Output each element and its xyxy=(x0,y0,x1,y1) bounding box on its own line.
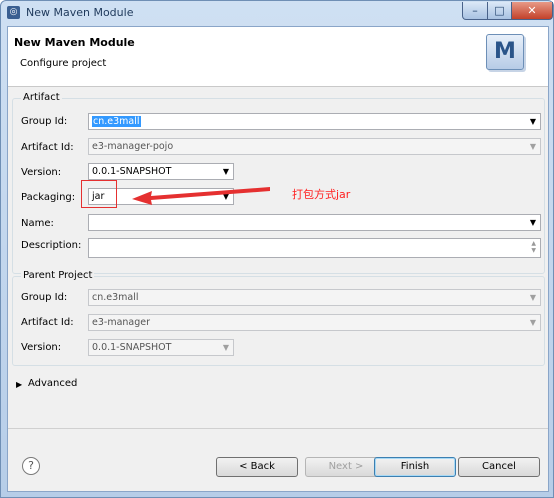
chevron-down-icon: ▼ xyxy=(529,142,536,151)
packaging-label: Packaging: xyxy=(21,192,76,203)
parent-project-group: Parent Project Group Id: cn.e3mall ▼ Art… xyxy=(12,270,545,366)
artifact-id-value: e3-manager-pojo xyxy=(92,141,174,152)
finish-button[interactable]: Finish xyxy=(374,457,456,477)
description-label: Description: xyxy=(21,240,82,251)
chevron-down-icon: ▼ xyxy=(529,318,536,327)
version-combo[interactable]: 0.0.1-SNAPSHOT ▼ xyxy=(88,163,234,180)
chevron-down-icon: ▼ xyxy=(529,293,536,302)
advanced-label[interactable]: Advanced xyxy=(28,378,77,389)
parent-artifact-id-label: Artifact Id: xyxy=(21,317,74,328)
chevron-down-icon: ▼ xyxy=(222,343,229,352)
eclipse-app-icon: ◎ xyxy=(7,6,20,19)
help-icon[interactable]: ? xyxy=(22,457,40,475)
artifact-group-title: Artifact xyxy=(21,92,62,103)
window-title: New Maven Module xyxy=(26,6,134,19)
version-label: Version: xyxy=(21,167,62,178)
maximize-button[interactable]: □ xyxy=(487,2,512,20)
parent-group-title: Parent Project xyxy=(21,270,95,281)
parent-artifact-id-combo: e3-manager ▼ xyxy=(88,314,541,331)
version-value: 0.0.1-SNAPSHOT xyxy=(92,166,172,177)
parent-group-id-label: Group Id: xyxy=(21,292,68,303)
artifact-id-combo: e3-manager-pojo ▼ xyxy=(88,138,541,155)
back-button[interactable]: < Back xyxy=(216,457,298,477)
chevron-down-icon[interactable]: ▼ xyxy=(223,189,229,204)
close-button[interactable]: ✕ xyxy=(511,2,553,20)
parent-artifact-id-value: e3-manager xyxy=(92,317,151,328)
chevron-down-icon[interactable]: ▼ xyxy=(223,164,229,179)
dialog-content: New Maven Module Configure project M Art… xyxy=(7,26,549,492)
scroll-arrows-icon[interactable]: ▲ ▼ xyxy=(531,240,536,254)
group-id-value: cn.e3mall xyxy=(92,116,141,127)
parent-version-value: 0.0.1-SNAPSHOT xyxy=(92,342,172,353)
maven-logo-icon: M xyxy=(486,34,524,70)
expand-triangle-icon[interactable]: ▶ xyxy=(16,380,22,389)
chevron-down-icon[interactable]: ▼ xyxy=(530,114,536,129)
cancel-button[interactable]: Cancel xyxy=(458,457,540,477)
page-subtitle: Configure project xyxy=(20,58,107,69)
page-title: New Maven Module xyxy=(14,36,135,49)
name-combo[interactable]: ▼ xyxy=(88,214,541,231)
annotation-text: 打包方式jar xyxy=(292,188,351,201)
minimize-button[interactable]: – xyxy=(462,2,488,20)
footer-divider xyxy=(8,428,548,429)
wizard-header: New Maven Module Configure project M xyxy=(8,27,548,87)
packaging-highlight-box xyxy=(81,180,117,208)
group-id-label: Group Id: xyxy=(21,116,68,127)
parent-group-id-value: cn.e3mall xyxy=(92,292,139,303)
name-label: Name: xyxy=(21,218,54,229)
group-id-combo[interactable]: cn.e3mall ▼ xyxy=(88,113,541,130)
parent-version-combo: 0.0.1-SNAPSHOT ▼ xyxy=(88,339,234,356)
artifact-id-label: Artifact Id: xyxy=(21,142,74,153)
parent-group-id-combo: cn.e3mall ▼ xyxy=(88,289,541,306)
dialog-window: ◎ New Maven Module – □ ✕ New Maven Modul… xyxy=(0,0,554,498)
title-bar[interactable]: ◎ New Maven Module – □ ✕ xyxy=(1,1,553,25)
description-textarea[interactable]: ▲ ▼ xyxy=(88,238,541,258)
parent-version-label: Version: xyxy=(21,342,62,353)
chevron-down-icon[interactable]: ▼ xyxy=(530,215,536,230)
